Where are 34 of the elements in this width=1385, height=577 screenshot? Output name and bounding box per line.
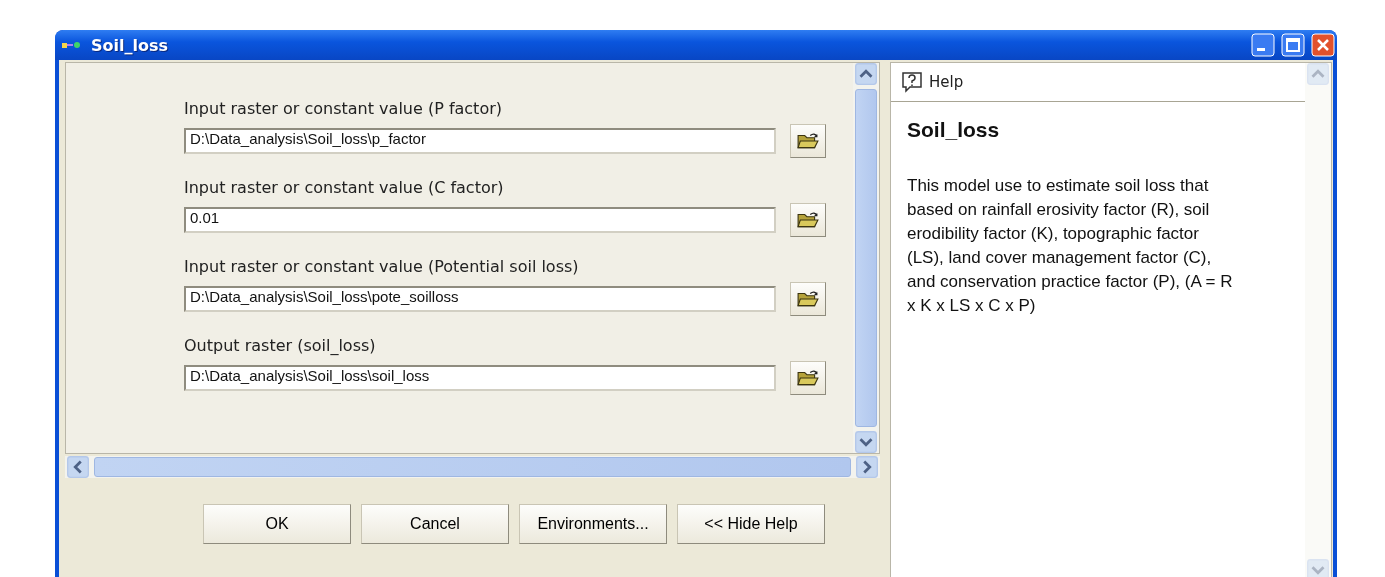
- input-field[interactable]: D:\Data_analysis\Soil_loss\soil_loss: [184, 365, 776, 391]
- input-field[interactable]: D:\Data_analysis\Soil_loss\p_factor: [184, 128, 776, 154]
- close-icon[interactable]: [1311, 33, 1335, 57]
- ok-button[interactable]: OK: [203, 504, 351, 544]
- environments-button[interactable]: Environments...: [519, 504, 667, 544]
- cancel-button[interactable]: Cancel: [361, 504, 509, 544]
- scroll-left-icon[interactable]: [65, 456, 91, 478]
- hide-help-button[interactable]: << Hide Help: [677, 504, 825, 544]
- scroll-down-icon[interactable]: [853, 431, 879, 453]
- browse-button[interactable]: [790, 282, 826, 316]
- field-label: Input raster or constant value (P factor): [184, 99, 502, 118]
- vertical-scrollbar[interactable]: [853, 63, 879, 453]
- help-icon: [901, 71, 923, 93]
- browse-button[interactable]: [790, 124, 826, 158]
- maximize-icon[interactable]: [1281, 33, 1305, 57]
- minimize-icon[interactable]: [1251, 33, 1275, 57]
- field-label: Input raster or constant value (C factor): [184, 178, 504, 197]
- field-label: Output raster (soil_loss): [184, 336, 376, 355]
- window-title: Soil_loss: [91, 35, 169, 55]
- input-field[interactable]: 0.01: [184, 207, 776, 233]
- horizontal-scrollbar[interactable]: [65, 456, 880, 478]
- browse-button[interactable]: [790, 203, 826, 237]
- folder-icon: [797, 290, 819, 308]
- folder-icon: [797, 132, 819, 150]
- folder-icon: [797, 211, 819, 229]
- scroll-right-icon[interactable]: [854, 456, 880, 478]
- field-label: Input raster or constant value (Potential soil loss): [184, 257, 579, 276]
- browse-button[interactable]: [790, 361, 826, 395]
- folder-icon: [797, 369, 819, 387]
- help-tab[interactable]: Help: [929, 73, 964, 91]
- input-field[interactable]: D:\Data_analysis\Soil_loss\pote_soilloss: [184, 286, 776, 312]
- help-title: Soil_loss: [907, 118, 1001, 142]
- help-text: This model use to estimate soil loss that based on rainfall erosivity factor (R), soil erodibility factor (K), topographic factor (LS), land cover management factor (C), and conservation practice factor (P), (A = R x K x LS x C x P): [907, 175, 1234, 317]
- scroll-up-icon[interactable]: [853, 63, 879, 85]
